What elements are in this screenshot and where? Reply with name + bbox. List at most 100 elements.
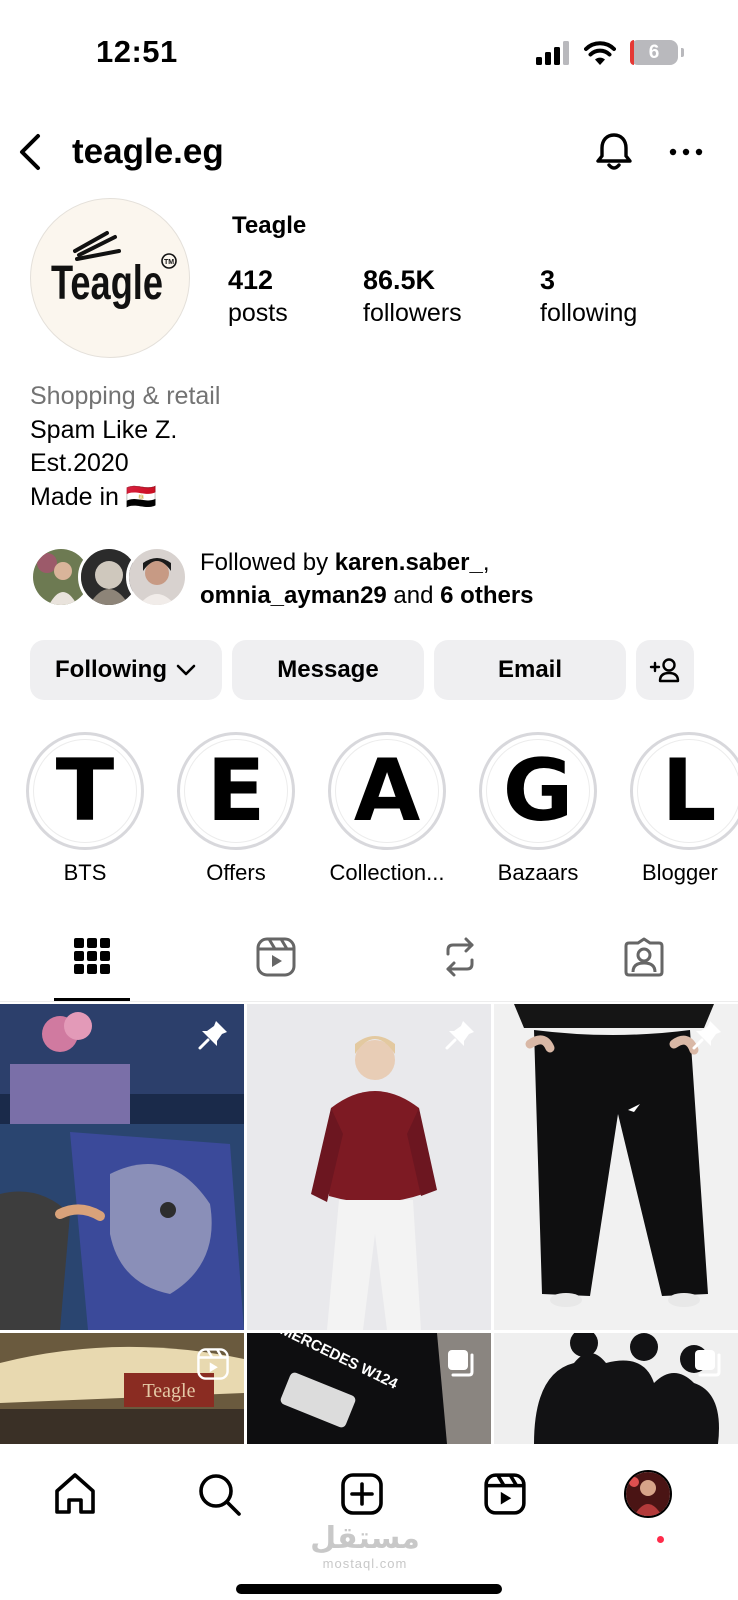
mutual-follower-name[interactable]: karen.saber_ xyxy=(335,549,483,576)
sign-text: Teagle xyxy=(142,1380,195,1402)
posts-count: 412 xyxy=(228,265,274,295)
highlight-cover: E xyxy=(184,739,288,843)
followers-count: 86.5K xyxy=(363,265,436,295)
tab-posts-grid[interactable] xyxy=(0,930,184,1002)
bio-line: Made in 🇪🇬 xyxy=(30,482,158,511)
post-thumbnail[interactable]: Teagle xyxy=(0,1333,244,1444)
page-title-username: teagle.eg xyxy=(72,132,224,171)
followed-by-section[interactable]: Followed by karen.saber_, omnia_ayman29 … xyxy=(30,546,730,612)
suggested-users-button[interactable] xyxy=(636,640,694,700)
status-icons: 6 xyxy=(536,40,684,65)
post-thumbnail[interactable] xyxy=(494,1333,738,1444)
home-icon xyxy=(55,1473,95,1514)
followers-stat[interactable]: 86.5K followers xyxy=(363,264,462,330)
active-tab-indicator xyxy=(54,998,130,1001)
email-button[interactable]: Email xyxy=(434,640,626,700)
followed-by-separator: , xyxy=(482,549,490,576)
carousel-icon xyxy=(695,1350,721,1377)
following-button[interactable]: Following xyxy=(30,640,222,700)
grid-icon xyxy=(74,938,110,974)
highlight-label: Offers xyxy=(206,860,266,885)
carousel-icon xyxy=(448,1350,474,1377)
profile-header: teagle.eg xyxy=(0,120,738,184)
nav-profile[interactable] xyxy=(620,1466,676,1522)
post-thumbnail[interactable] xyxy=(0,1004,244,1330)
followed-by-text: Followed by karen.saber_, omnia_ayman29 … xyxy=(200,546,534,612)
bell-icon xyxy=(596,133,632,170)
wifi-icon xyxy=(584,40,616,65)
highlight-ring: A xyxy=(328,732,446,850)
nav-home[interactable] xyxy=(47,1466,103,1522)
highlight-label: Bazaars xyxy=(497,860,579,885)
status-time: 12:51 xyxy=(96,34,178,69)
reels-icon xyxy=(484,1473,526,1515)
teagle-logo: Teagle TM xyxy=(51,231,177,310)
chevron-left-icon xyxy=(20,134,40,170)
profile-avatar xyxy=(624,1470,672,1518)
highlight-bts[interactable]: T BTS xyxy=(20,732,150,886)
nav-reels[interactable] xyxy=(477,1466,533,1522)
watermark-arabic: مستقل xyxy=(310,1521,420,1556)
bio-line: Est.2020 xyxy=(30,449,129,477)
back-button[interactable] xyxy=(14,132,48,172)
post-thumbnail[interactable]: MERCEDES W124 xyxy=(247,1333,491,1444)
post-image xyxy=(247,1004,491,1330)
message-button[interactable]: Message xyxy=(232,640,424,700)
chevron-down-icon xyxy=(176,664,196,676)
highlight-ring: E xyxy=(177,732,295,850)
highlight-ring: T xyxy=(26,732,144,850)
more-options-button[interactable] xyxy=(668,138,704,166)
create-icon xyxy=(341,1473,383,1515)
following-button-label: Following xyxy=(55,656,167,683)
highlight-collections[interactable]: A Collection... xyxy=(322,732,452,886)
mutual-follower-name[interactable]: omnia_ayman29 xyxy=(200,582,387,609)
posts-stat[interactable]: 412 posts xyxy=(228,264,288,330)
following-label: following xyxy=(540,299,638,327)
followed-by-connector: and xyxy=(386,582,441,609)
highlight-cover: T xyxy=(33,739,137,843)
profile-actions: Following Message Email xyxy=(30,640,710,700)
tab-tagged[interactable] xyxy=(552,930,736,1002)
posts-label: posts xyxy=(228,299,288,327)
highlight-blogger[interactable]: L Blogger xyxy=(624,732,738,886)
mutual-followers-others[interactable]: 6 others xyxy=(440,582,533,609)
reposts-icon xyxy=(446,937,474,977)
notifications-button[interactable] xyxy=(592,130,636,174)
highlight-cover: L xyxy=(637,739,738,843)
bio-category[interactable]: Shopping & retail xyxy=(30,380,220,414)
highlight-label: Collection... xyxy=(329,860,445,885)
followers-label: followers xyxy=(363,299,462,327)
post-thumbnail[interactable] xyxy=(494,1004,738,1330)
home-indicator[interactable] xyxy=(236,1584,502,1594)
watermark-latin: mostaql.com xyxy=(322,1556,408,1571)
post-image xyxy=(0,1004,244,1330)
following-count: 3 xyxy=(540,265,556,295)
search-icon xyxy=(199,1474,241,1516)
highlight-bazaars[interactable]: G Bazaars xyxy=(473,732,603,886)
svg-text:TM: TM xyxy=(164,259,174,266)
story-highlights: T BTS E Offers A Collection... G Bazaars… xyxy=(0,732,738,892)
tab-reposts[interactable] xyxy=(368,930,552,1002)
highlight-ring: L xyxy=(630,732,738,850)
profile-avatar[interactable]: Teagle TM xyxy=(30,198,190,358)
pin-icon xyxy=(692,1021,721,1050)
posts-grid: Teagle MERCEDES W124 xyxy=(0,1004,738,1444)
highlight-cover: G xyxy=(486,739,590,843)
bottom-navigation: مستقل mostaql.com xyxy=(0,1444,738,1600)
battery-icon: 6 xyxy=(630,40,684,65)
nav-search[interactable] xyxy=(191,1466,247,1522)
tab-reels[interactable] xyxy=(184,930,368,1002)
content-tabs xyxy=(0,930,738,1002)
following-stat[interactable]: 3 following xyxy=(540,264,637,330)
followed-by-prefix: Followed by xyxy=(200,549,335,576)
mutual-follower-avatar xyxy=(126,546,188,608)
highlight-ring: G xyxy=(479,732,597,850)
highlight-offers[interactable]: E Offers xyxy=(171,732,301,886)
post-image xyxy=(494,1004,738,1330)
bio-line: Spam Like Z. xyxy=(30,415,178,444)
watermark: مستقل mostaql.com xyxy=(310,1521,420,1572)
signal-icon xyxy=(536,40,569,65)
post-thumbnail[interactable] xyxy=(247,1004,491,1330)
nav-create[interactable] xyxy=(334,1466,390,1522)
profile-bio: Shopping & retail Spam Like Z. Est.2020 … xyxy=(30,380,220,514)
